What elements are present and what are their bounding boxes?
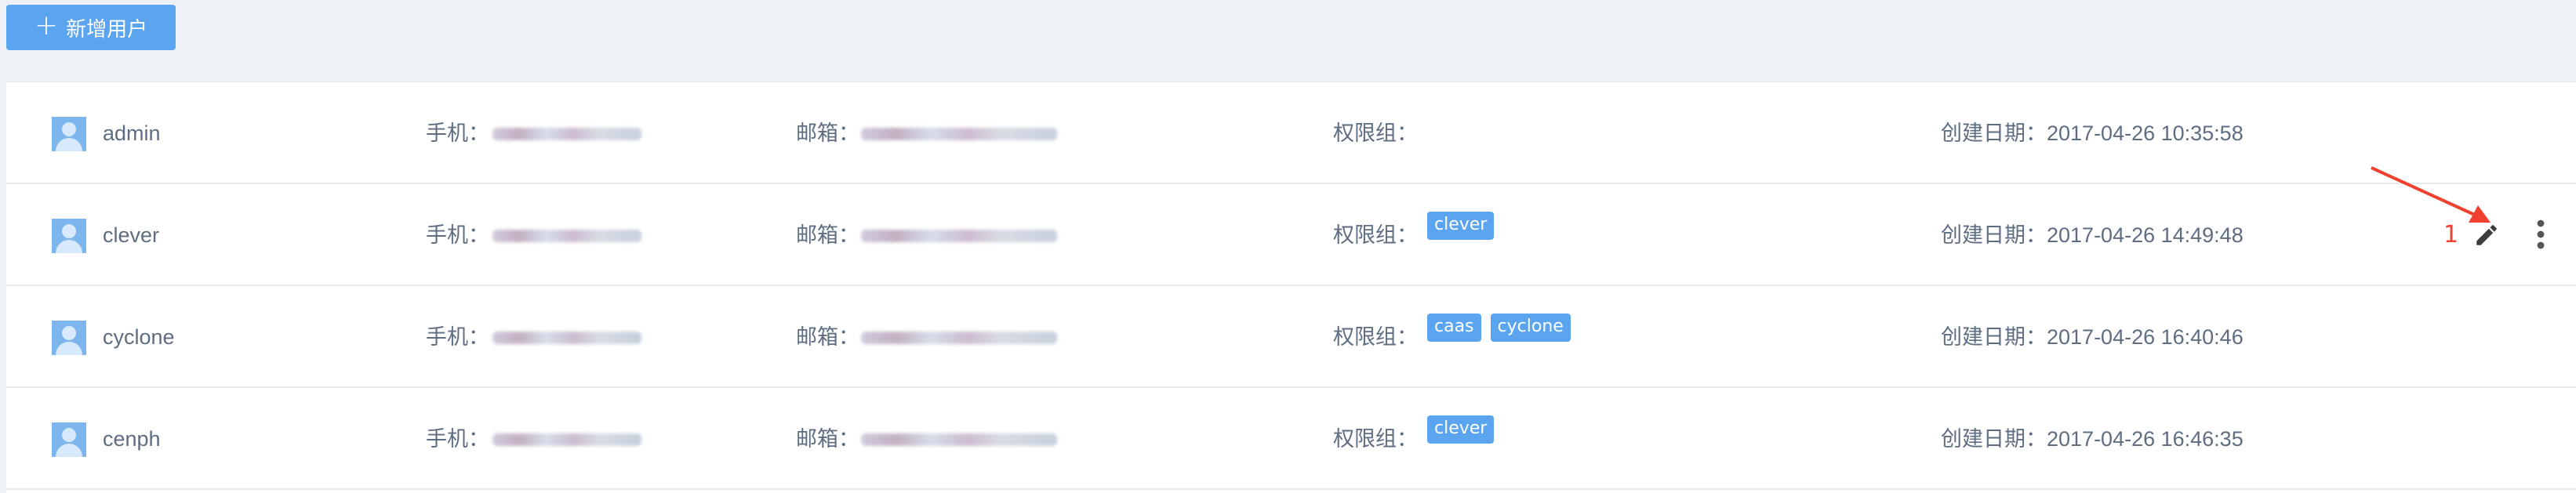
created-date: 创建日期：2017-04-26 16:40:46 xyxy=(1941,325,2244,349)
created-date: 创建日期：2017-04-26 16:46:35 xyxy=(1941,427,2244,451)
annotation-arrow xyxy=(2371,166,2491,223)
permission-label: 权限组： xyxy=(1333,427,1418,451)
email-label: 邮箱： xyxy=(796,325,859,349)
user-avatar-icon xyxy=(52,422,86,457)
permission-label: 权限组： xyxy=(1333,121,1418,145)
list-item: clever 手机： 邮箱： 权限组： clever 创建日期：2017-04-… xyxy=(6,184,2576,286)
permission-tag: caas xyxy=(1427,314,1481,342)
email-label: 邮箱： xyxy=(796,121,859,145)
phone-label: 手机： xyxy=(426,223,489,247)
plus-icon: + xyxy=(34,9,59,42)
permission-tag: clever xyxy=(1427,415,1495,444)
list-item: cyclone 手机： 邮箱： 权限组： caas cyclone 创建日期：2… xyxy=(6,286,2576,388)
permission-tags: caas cyclone xyxy=(1427,314,1571,342)
username[interactable]: cyclone xyxy=(103,321,175,353)
permission-tags: clever xyxy=(1427,212,1495,240)
more-vertical-icon[interactable] xyxy=(2533,219,2549,250)
user-avatar-icon xyxy=(52,219,86,253)
phone-value-redacted xyxy=(492,230,641,242)
permission-label: 权限组： xyxy=(1333,223,1418,247)
permission-label: 权限组： xyxy=(1333,325,1418,349)
user-avatar-icon xyxy=(52,117,86,151)
phone-value-redacted xyxy=(492,128,641,140)
phone-label: 手机： xyxy=(426,121,489,145)
created-date: 创建日期：2017-04-26 10:35:58 xyxy=(1941,121,2244,145)
email-value-redacted xyxy=(861,128,1057,140)
created-date: 创建日期：2017-04-26 14:49:48 xyxy=(1941,223,2244,247)
email-value-redacted xyxy=(861,332,1057,344)
add-user-label: 新增用户 xyxy=(66,17,148,42)
phone-label: 手机： xyxy=(426,325,489,349)
user-avatar-icon xyxy=(52,321,86,355)
phone-value-redacted xyxy=(492,433,641,446)
user-list: admin 手机： 邮箱： 权限组： 创建日期：2017-04-26 10:35… xyxy=(6,82,2576,493)
add-user-button[interactable]: + 新增用户 xyxy=(6,5,176,50)
username[interactable]: cenph xyxy=(103,423,161,455)
permission-tags: clever xyxy=(1427,415,1495,444)
permission-tag: cyclone xyxy=(1490,314,1571,342)
permission-tag: clever xyxy=(1427,212,1495,240)
phone-label: 手机： xyxy=(426,427,489,451)
email-label: 邮箱： xyxy=(796,223,859,247)
email-value-redacted xyxy=(861,230,1057,242)
list-item: admin 手机： 邮箱： 权限组： 创建日期：2017-04-26 10:35… xyxy=(6,82,2576,184)
email-label: 邮箱： xyxy=(796,427,859,451)
username[interactable]: clever xyxy=(103,219,159,251)
username[interactable]: admin xyxy=(103,118,161,149)
phone-value-redacted xyxy=(492,332,641,344)
email-value-redacted xyxy=(861,433,1057,446)
list-item: cenph 手机： 邮箱： 权限组： clever 创建日期：2017-04-2… xyxy=(6,388,2576,490)
